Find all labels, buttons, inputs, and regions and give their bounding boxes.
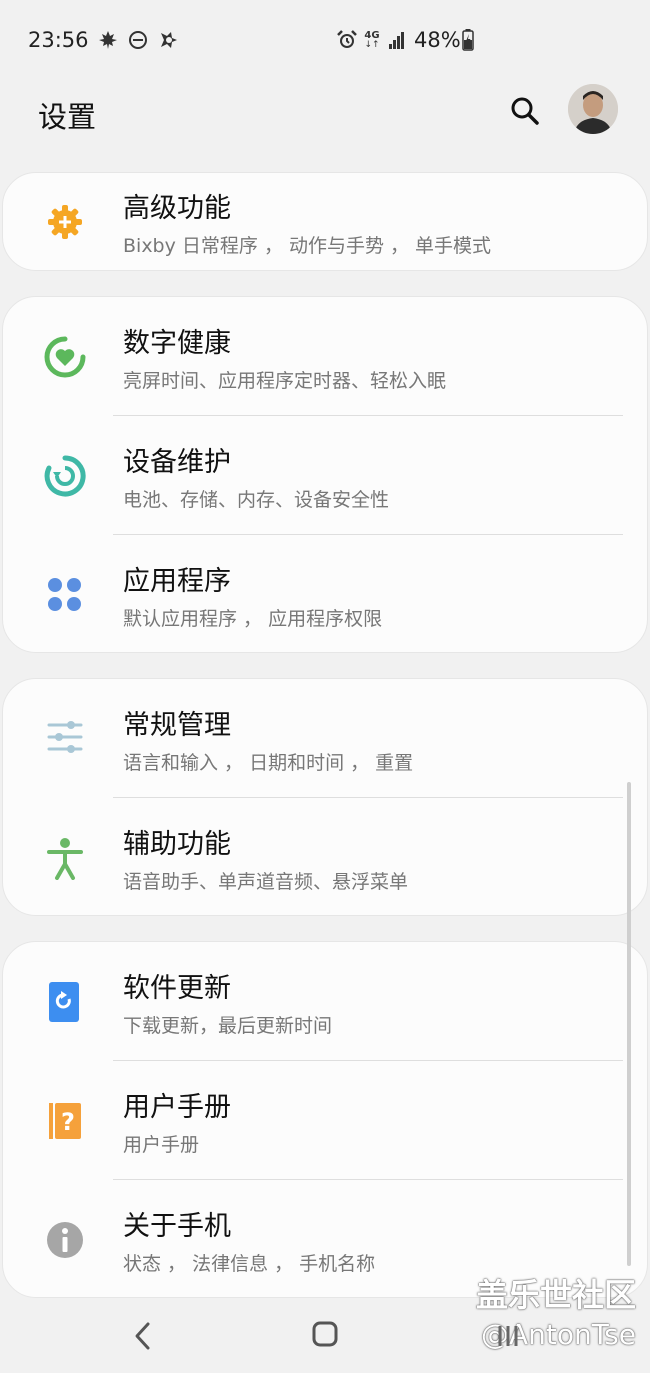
- network-type-indicator: 4G ↓↑: [364, 30, 380, 50]
- item-title: 高级功能: [123, 193, 231, 224]
- status-time: 23:56: [28, 28, 89, 52]
- info-icon: [43, 1218, 87, 1262]
- item-subtitle: Bixby 日常程序 ， 动作与手势 ， 单手模式: [123, 235, 492, 257]
- item-title: 软件更新: [123, 973, 231, 1004]
- back-icon: [135, 1322, 150, 1350]
- profile-avatar[interactable]: [568, 84, 618, 134]
- battery-percent: 48%: [414, 28, 461, 52]
- navigation-bar: [0, 1298, 650, 1373]
- item-title: 应用程序: [123, 566, 231, 597]
- settings-item-accessibility[interactable]: 辅助功能 语音助手、单声道音频、悬浮菜单: [3, 798, 649, 916]
- item-subtitle: 状态 ， 法律信息 ， 手机名称: [123, 1253, 376, 1275]
- home-button[interactable]: [310, 1319, 342, 1351]
- alarm-icon: [336, 28, 358, 52]
- sliders-icon: [43, 717, 87, 761]
- page-title: 设置: [38, 100, 97, 134]
- settings-card-advanced: 高级功能 Bixby 日常程序 ， 动作与手势 ， 单手模式: [2, 172, 648, 271]
- item-subtitle: 语音助手、单声道音频、悬浮菜单: [123, 871, 409, 893]
- settings-item-device-care[interactable]: 设备维护 电池、存储、内存、设备安全性: [3, 416, 649, 534]
- recent-apps-button[interactable]: [492, 1318, 526, 1354]
- app-notification-icon: [157, 28, 181, 52]
- back-button[interactable]: [128, 1318, 160, 1354]
- settings-item-software-update[interactable]: 软件更新 下载更新，最后更新时间: [3, 942, 649, 1060]
- svg-text:?: ?: [61, 1108, 75, 1136]
- search-button[interactable]: [507, 93, 543, 129]
- refresh-circle-icon: [43, 454, 87, 498]
- user-manual-icon: ?: [43, 1099, 87, 1143]
- settings-header: 设置: [0, 80, 650, 160]
- item-title: 数字健康: [123, 328, 231, 359]
- battery-icon: [461, 28, 475, 52]
- item-title: 辅助功能: [123, 829, 231, 860]
- status-bar: 23:56 4G ↓↑ 48%: [0, 0, 650, 80]
- settings-item-apps[interactable]: 应用程序 默认应用程序 ， 应用程序权限: [3, 535, 649, 653]
- accessibility-icon: [43, 836, 87, 880]
- signal-icon: [386, 28, 408, 52]
- avatar-image: [568, 84, 618, 134]
- item-subtitle: 下载更新，最后更新时间: [123, 1015, 333, 1037]
- item-subtitle: 默认应用程序 ， 应用程序权限: [123, 608, 383, 630]
- settings-card-about: 软件更新 下载更新，最后更新时间 ? 用户手册 用户手册 关于手机 状态 ， 法…: [2, 941, 648, 1298]
- gear-plus-icon: [43, 200, 87, 244]
- item-subtitle: 电池、存储、内存、设备安全性: [123, 489, 390, 511]
- software-update-icon: [43, 980, 87, 1024]
- settings-item-digital-wellbeing[interactable]: 数字健康 亮屏时间、应用程序定时器、轻松入眠: [3, 297, 649, 415]
- maple-leaf-icon: [97, 28, 119, 52]
- do-not-disturb-icon: [127, 28, 149, 52]
- item-subtitle: 用户手册: [123, 1134, 200, 1156]
- settings-card-device: 数字健康 亮屏时间、应用程序定时器、轻松入眠 设备维护 电池、存储、内存、设备安…: [2, 296, 648, 653]
- recent-apps-icon: [498, 1326, 518, 1346]
- item-title: 常规管理: [123, 710, 231, 741]
- item-title: 关于手机: [123, 1211, 231, 1242]
- apps-grid-icon: [43, 573, 87, 617]
- settings-item-general-management[interactable]: 常规管理 语言和输入 ， 日期和时间 ， 重置: [3, 679, 649, 797]
- item-title: 设备维护: [123, 447, 231, 478]
- heart-circle-icon: [43, 335, 87, 379]
- search-icon: [511, 97, 539, 125]
- scrollbar[interactable]: [627, 782, 631, 1266]
- home-icon: [312, 1321, 338, 1347]
- settings-item-advanced-features[interactable]: 高级功能 Bixby 日常程序 ， 动作与手势 ， 单手模式: [3, 162, 649, 280]
- settings-item-user-manual[interactable]: ? 用户手册 用户手册: [3, 1061, 649, 1179]
- item-title: 用户手册: [123, 1092, 231, 1123]
- settings-card-general: 常规管理 语言和输入 ， 日期和时间 ， 重置 辅助功能 语音助手、单声道音频、…: [2, 678, 648, 916]
- item-subtitle: 亮屏时间、应用程序定时器、轻松入眠: [123, 370, 447, 392]
- item-subtitle: 语言和输入 ， 日期和时间 ， 重置: [123, 752, 414, 774]
